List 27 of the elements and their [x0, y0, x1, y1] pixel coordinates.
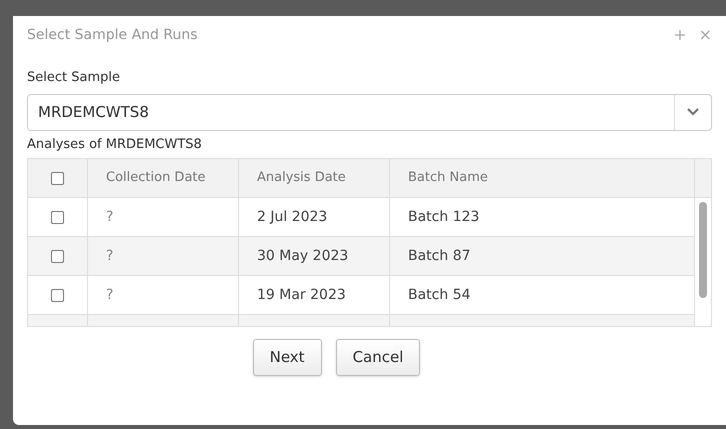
table-cell-text: Batch 87	[408, 246, 471, 266]
table-cell-text: 19 Mar 2023	[257, 286, 346, 304]
table-row[interactable]: ? 30 May 2023 Batch 87	[28, 237, 694, 276]
table-row[interactable]: ? 19 Mar 2023 Batch 54	[28, 276, 694, 315]
column-header[interactable]: Collection Date	[106, 168, 206, 188]
checkbox[interactable]	[51, 250, 64, 262]
table-cell-text: ?	[106, 286, 114, 304]
checkbox[interactable]	[51, 172, 64, 184]
table-caption: Analyses of MRDEMCWTS8	[27, 136, 203, 154]
sample-select[interactable]: MRDEMCWTS8	[27, 94, 712, 130]
dialog-title: Select Sample And Runs	[27, 26, 199, 44]
next-button[interactable]: Next	[252, 339, 322, 376]
chevron-down-icon	[687, 108, 699, 116]
table-cell-text: 2 Jul 2023	[257, 208, 328, 226]
scrollbar-thumb[interactable]	[699, 202, 707, 298]
table-cell-text: Batch 123	[408, 208, 480, 226]
field-label: Select Sample	[27, 69, 121, 87]
column-header[interactable]: Batch Name	[408, 168, 488, 188]
table-cell-text: 30 May 2023	[257, 246, 348, 266]
cancel-button[interactable]: Cancel	[336, 339, 420, 376]
table-cell-text: ?	[106, 208, 114, 226]
checkbox[interactable]	[51, 288, 64, 302]
table-cell-text: Batch 54	[408, 286, 471, 304]
column-header[interactable]: Analysis Date	[257, 168, 346, 188]
table-row[interactable]: ? 2 Jul 2023 Batch 123	[28, 198, 694, 237]
table-cell-text: ?	[106, 246, 114, 266]
checkbox[interactable]	[51, 210, 64, 224]
